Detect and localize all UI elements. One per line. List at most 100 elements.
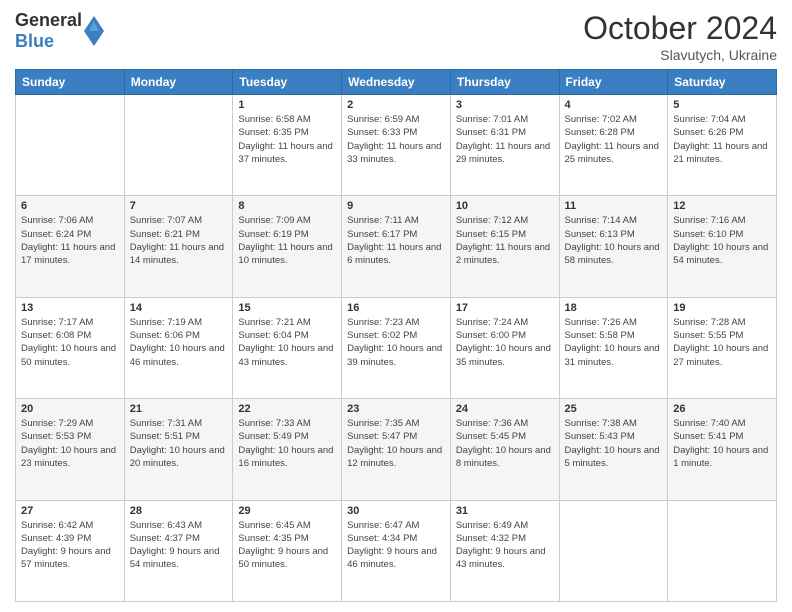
week-row-4: 27 Sunrise: 6:42 AM Sunset: 4:39 PM Dayli… [16,500,777,601]
day-info: Sunrise: 7:11 AM Sunset: 6:17 PM Dayligh… [347,214,445,267]
day-info: Sunrise: 6:59 AM Sunset: 6:33 PM Dayligh… [347,113,445,166]
day-info: Sunrise: 7:35 AM Sunset: 5:47 PM Dayligh… [347,417,445,470]
day-number: 4 [565,99,663,111]
day-number: 28 [130,505,228,517]
table-row: 2 Sunrise: 6:59 AM Sunset: 6:33 PM Daylig… [342,95,451,196]
day-number: 2 [347,99,445,111]
table-row [668,500,777,601]
calendar-table: Sunday Monday Tuesday Wednesday Thursday… [15,69,777,602]
day-number: 5 [673,99,771,111]
week-row-0: 1Sunrise: 6:58 AM Sunset: 6:35 PM Daylig… [16,95,777,196]
day-number: 16 [347,302,445,314]
day-info: Sunrise: 6:45 AM Sunset: 4:35 PM Dayligh… [238,519,336,572]
day-number: 21 [130,403,228,415]
title-block: October 2024 Slavutych, Ukraine [583,10,777,63]
day-number: 20 [21,403,119,415]
day-info: Sunrise: 7:28 AM Sunset: 5:55 PM Dayligh… [673,316,771,369]
location-subtitle: Slavutych, Ukraine [583,47,777,63]
day-info: Sunrise: 6:47 AM Sunset: 4:34 PM Dayligh… [347,519,445,572]
day-info: Sunrise: 7:38 AM Sunset: 5:43 PM Dayligh… [565,417,663,470]
logo-general: General [15,10,82,31]
day-number: 25 [565,403,663,415]
day-info: Sunrise: 7:07 AM Sunset: 6:21 PM Dayligh… [130,214,228,267]
day-info: Sunrise: 7:14 AM Sunset: 6:13 PM Dayligh… [565,214,663,267]
day-number: 26 [673,403,771,415]
table-row: 15Sunrise: 7:21 AM Sunset: 6:04 PM Dayli… [233,297,342,398]
table-row: 3 Sunrise: 7:01 AM Sunset: 6:31 PM Daylig… [450,95,559,196]
day-info: Sunrise: 7:12 AM Sunset: 6:15 PM Dayligh… [456,214,554,267]
day-number: 14 [130,302,228,314]
day-info: Sunrise: 7:19 AM Sunset: 6:06 PM Dayligh… [130,316,228,369]
day-info: Sunrise: 7:33 AM Sunset: 5:49 PM Dayligh… [238,417,336,470]
day-number: 9 [347,200,445,212]
table-row: 6 Sunrise: 7:06 AM Sunset: 6:24 PM Daylig… [16,196,125,297]
day-number: 8 [238,200,336,212]
page-container: General Blue October 2024 Slavutych, Ukr… [0,0,792,612]
calendar-body: 1Sunrise: 6:58 AM Sunset: 6:35 PM Daylig… [16,95,777,602]
table-row: 10 Sunrise: 7:12 AM Sunset: 6:15 PM Dayli… [450,196,559,297]
day-info: Sunrise: 7:02 AM Sunset: 6:28 PM Dayligh… [565,113,663,166]
day-number: 12 [673,200,771,212]
day-number: 11 [565,200,663,212]
col-monday: Monday [124,70,233,95]
day-number: 19 [673,302,771,314]
day-info: Sunrise: 7:24 AM Sunset: 6:00 PM Dayligh… [456,316,554,369]
table-row: 30Sunrise: 6:47 AM Sunset: 4:34 PM Dayli… [342,500,451,601]
table-row: 31 Sunrise: 6:49 AM Sunset: 4:32 PM Dayli… [450,500,559,601]
day-number: 24 [456,403,554,415]
table-row: 25 Sunrise: 7:38 AM Sunset: 5:43 PM Dayli… [559,399,668,500]
day-number: 1 [238,99,336,111]
table-row: 1Sunrise: 6:58 AM Sunset: 6:35 PM Daylig… [233,95,342,196]
day-info: Sunrise: 6:49 AM Sunset: 4:32 PM Dayligh… [456,519,554,572]
logo-blue: Blue [15,31,82,52]
day-info: Sunrise: 7:21 AM Sunset: 6:04 PM Dayligh… [238,316,336,369]
day-number: 6 [21,200,119,212]
table-row: 23 Sunrise: 7:35 AM Sunset: 5:47 PM Dayli… [342,399,451,500]
table-row: 11 Sunrise: 7:14 AM Sunset: 6:13 PM Dayli… [559,196,668,297]
col-wednesday: Wednesday [342,70,451,95]
table-row: 13Sunrise: 7:17 AM Sunset: 6:08 PM Dayli… [16,297,125,398]
day-number: 23 [347,403,445,415]
day-info: Sunrise: 7:16 AM Sunset: 6:10 PM Dayligh… [673,214,771,267]
table-row: 29 Sunrise: 6:45 AM Sunset: 4:35 PM Dayli… [233,500,342,601]
day-info: Sunrise: 7:17 AM Sunset: 6:08 PM Dayligh… [21,316,119,369]
table-row: 17 Sunrise: 7:24 AM Sunset: 6:00 PM Dayli… [450,297,559,398]
table-row [559,500,668,601]
day-info: Sunrise: 7:40 AM Sunset: 5:41 PM Dayligh… [673,417,771,470]
logo-icon [84,16,104,46]
table-row: 24 Sunrise: 7:36 AM Sunset: 5:45 PM Dayli… [450,399,559,500]
day-number: 29 [238,505,336,517]
month-title: October 2024 [583,10,777,47]
day-number: 17 [456,302,554,314]
day-number: 3 [456,99,554,111]
day-info: Sunrise: 7:04 AM Sunset: 6:26 PM Dayligh… [673,113,771,166]
table-row: 12 Sunrise: 7:16 AM Sunset: 6:10 PM Dayli… [668,196,777,297]
calendar-header-row: Sunday Monday Tuesday Wednesday Thursday… [16,70,777,95]
table-row [124,95,233,196]
table-row: 22 Sunrise: 7:33 AM Sunset: 5:49 PM Dayli… [233,399,342,500]
day-number: 31 [456,505,554,517]
table-row: 21 Sunrise: 7:31 AM Sunset: 5:51 PM Dayli… [124,399,233,500]
day-info: Sunrise: 7:01 AM Sunset: 6:31 PM Dayligh… [456,113,554,166]
table-row [16,95,125,196]
col-saturday: Saturday [668,70,777,95]
day-number: 27 [21,505,119,517]
day-info: Sunrise: 7:36 AM Sunset: 5:45 PM Dayligh… [456,417,554,470]
table-row: 8Sunrise: 7:09 AM Sunset: 6:19 PM Daylig… [233,196,342,297]
col-sunday: Sunday [16,70,125,95]
day-info: Sunrise: 7:31 AM Sunset: 5:51 PM Dayligh… [130,417,228,470]
day-number: 10 [456,200,554,212]
page-header: General Blue October 2024 Slavutych, Ukr… [15,10,777,63]
table-row: 5 Sunrise: 7:04 AM Sunset: 6:26 PM Daylig… [668,95,777,196]
week-row-2: 13Sunrise: 7:17 AM Sunset: 6:08 PM Dayli… [16,297,777,398]
day-info: Sunrise: 6:42 AM Sunset: 4:39 PM Dayligh… [21,519,119,572]
day-info: Sunrise: 7:06 AM Sunset: 6:24 PM Dayligh… [21,214,119,267]
table-row: 14 Sunrise: 7:19 AM Sunset: 6:06 PM Dayli… [124,297,233,398]
table-row: 7Sunrise: 7:07 AM Sunset: 6:21 PM Daylig… [124,196,233,297]
day-info: Sunrise: 7:23 AM Sunset: 6:02 PM Dayligh… [347,316,445,369]
week-row-1: 6 Sunrise: 7:06 AM Sunset: 6:24 PM Daylig… [16,196,777,297]
day-info: Sunrise: 6:43 AM Sunset: 4:37 PM Dayligh… [130,519,228,572]
table-row: 18Sunrise: 7:26 AM Sunset: 5:58 PM Dayli… [559,297,668,398]
day-info: Sunrise: 7:29 AM Sunset: 5:53 PM Dayligh… [21,417,119,470]
day-number: 22 [238,403,336,415]
